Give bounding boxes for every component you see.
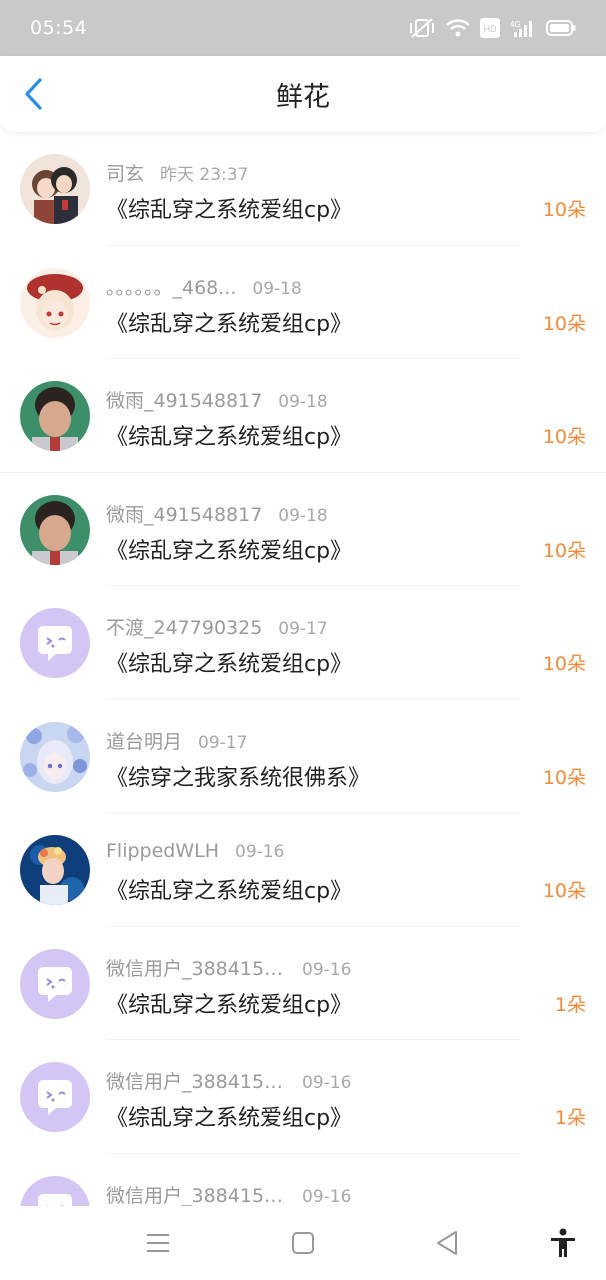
list-item[interactable]: 微雨_491548817 09-18 《综乱穿之系统爱组cp》 10朵	[0, 473, 606, 586]
4g-signal-icon: 4G	[510, 18, 536, 38]
vibrate-off-icon	[408, 17, 436, 39]
timestamp: 09-17	[278, 619, 328, 639]
page-title: 鲜花	[276, 81, 330, 113]
back-nav-button[interactable]	[432, 1228, 462, 1258]
timestamp: 09-16	[302, 959, 352, 980]
book-title[interactable]: 《综乱穿之系统爱组cp》	[106, 419, 352, 451]
default-avatar[interactable]	[20, 608, 90, 678]
home-square-icon	[292, 1232, 314, 1254]
flower-count: 10朵	[542, 199, 586, 221]
timestamp: 09-17	[198, 732, 248, 753]
book-title[interactable]: 《综乱穿之系统爱组cp》	[106, 1100, 352, 1132]
header: 鲜花	[0, 56, 606, 132]
flower-count: 10朵	[542, 880, 586, 902]
list-item[interactable]: 微信用户_3884153... 09-16 《综乱穿之系统爱组cp》 1朵	[0, 1040, 606, 1154]
status-bar: 05:54 HD 4G	[0, 0, 606, 56]
book-title[interactable]: 《综乱穿之系统爱组cp》	[106, 192, 352, 224]
hd-label: HD	[484, 24, 497, 34]
default-avatar[interactable]	[20, 948, 90, 1019]
back-button[interactable]	[14, 74, 54, 114]
list-item[interactable]: 微信用户_3884153... 09-16	[0, 1154, 606, 1207]
timestamp: 昨天 23:37	[160, 165, 249, 185]
flower-count: 10朵	[542, 426, 586, 448]
book-title[interactable]: 《综乱穿之系统爱组cp》	[106, 873, 352, 905]
flower-count: 10朵	[542, 653, 586, 675]
user-name[interactable]: 司玄	[106, 159, 144, 186]
avatar[interactable]	[20, 154, 90, 224]
status-icons: HD 4G	[408, 17, 576, 39]
timestamp: 09-16	[302, 1073, 352, 1093]
book-title[interactable]: 《综乱穿之系统爱组cp》	[106, 533, 352, 565]
list-item[interactable]: 不渡_247790325 09-17 《综乱穿之系统爱组cp》 10朵	[0, 586, 606, 700]
accessibility-icon	[551, 1228, 575, 1257]
list-item[interactable]: 。。。。。。_468... 09-18 《综乱穿之系统爱组cp》 10朵	[0, 246, 606, 359]
wifi-icon	[446, 18, 470, 38]
system-nav-bar	[0, 1206, 606, 1280]
timestamp: 09-18	[278, 392, 328, 412]
timestamp: 09-18	[278, 505, 328, 526]
list-item[interactable]: FlippedWLH 09-16 《综乱穿之系统爱组cp》 10朵	[0, 813, 606, 927]
home-button[interactable]	[288, 1228, 318, 1258]
user-name[interactable]: 微信用户_3884153...	[106, 954, 286, 981]
timestamp: 09-16	[302, 1186, 352, 1207]
flower-count: 10朵	[542, 766, 586, 789]
avatar[interactable]	[20, 835, 90, 905]
status-time: 05:54	[30, 17, 88, 39]
user-name[interactable]: 微雨_491548817	[106, 386, 262, 413]
avatar[interactable]	[20, 381, 90, 451]
user-name[interactable]: 道台明月	[106, 727, 182, 754]
flower-count: 1朵	[554, 1107, 586, 1129]
network-label: 4G	[510, 20, 521, 29]
flower-list: 司玄 昨天 23:37 《综乱穿之系统爱组cp》 10朵 。。。。。。_468.…	[0, 132, 606, 1206]
book-title[interactable]: 《综乱穿之系统爱组cp》	[106, 987, 352, 1019]
user-name[interactable]: 微雨_491548817	[106, 500, 262, 527]
avatar[interactable]	[20, 494, 90, 565]
chevron-left-icon	[25, 78, 42, 110]
avatar[interactable]	[20, 721, 90, 792]
book-title[interactable]: 《综穿之我家系统很佛系》	[106, 760, 370, 792]
avatar[interactable]	[20, 267, 90, 338]
user-name[interactable]: 。。。。。。_468...	[106, 273, 236, 300]
battery-icon	[546, 19, 576, 37]
menu-button[interactable]	[143, 1228, 173, 1258]
back-triangle-icon	[437, 1231, 457, 1255]
user-name[interactable]: 微信用户_3884153...	[106, 1181, 286, 1207]
menu-icon	[147, 1234, 169, 1252]
book-title[interactable]: 《综乱穿之系统爱组cp》	[106, 306, 352, 338]
user-name[interactable]: 不渡_247790325	[106, 613, 262, 640]
user-name[interactable]: FlippedWLH	[106, 840, 219, 862]
list-item[interactable]: 微信用户_3884153... 09-16 《综乱穿之系统爱组cp》 1朵	[0, 927, 606, 1040]
accessibility-button[interactable]	[548, 1228, 578, 1258]
hd-icon: HD	[480, 18, 500, 38]
default-avatar[interactable]	[20, 1175, 90, 1206]
flower-count: 1朵	[554, 993, 586, 1016]
timestamp: 09-16	[235, 842, 285, 862]
list-item[interactable]: 司玄 昨天 23:37 《综乱穿之系统爱组cp》 10朵	[0, 132, 606, 246]
timestamp: 09-18	[252, 278, 302, 299]
list-item[interactable]: 微雨_491548817 09-18 《综乱穿之系统爱组cp》 10朵	[0, 359, 606, 473]
user-name[interactable]: 微信用户_3884153...	[106, 1067, 286, 1094]
flower-count: 10朵	[542, 539, 586, 562]
book-title[interactable]: 《综乱穿之系统爱组cp》	[106, 646, 352, 678]
list-item[interactable]: 道台明月 09-17 《综穿之我家系统很佛系》 10朵	[0, 700, 606, 813]
default-avatar[interactable]	[20, 1062, 90, 1132]
flower-count: 10朵	[542, 312, 586, 335]
